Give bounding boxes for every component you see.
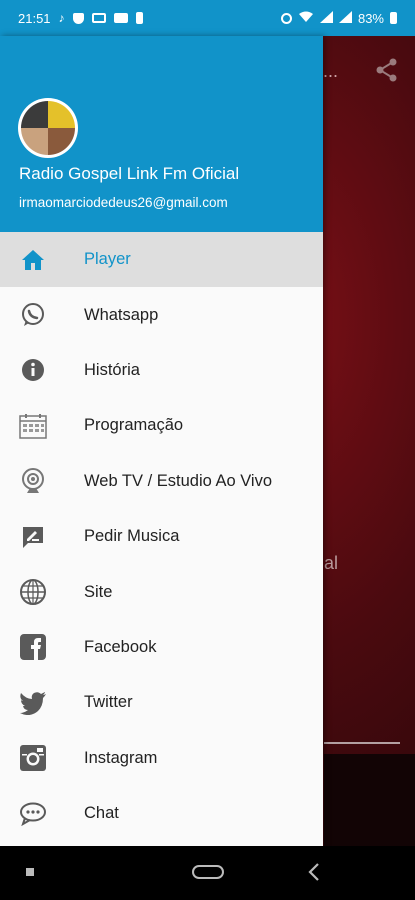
- menu-item-web-tv[interactable]: Web TV / Estudio Ao Vivo: [0, 454, 323, 509]
- menu-item-historia[interactable]: História: [0, 343, 323, 398]
- menu-item-whatsapp[interactable]: Whatsapp: [0, 287, 323, 342]
- menu-item-pedir-musica[interactable]: Pedir Musica: [0, 509, 323, 564]
- battery-icon: [390, 12, 397, 24]
- whatsapp-icon: [19, 301, 47, 329]
- facebook-icon: [19, 633, 47, 661]
- menu-label: Whatsapp: [84, 305, 159, 324]
- menu-item-programacao[interactable]: Programação: [0, 398, 323, 453]
- shield-icon: [72, 12, 84, 24]
- menu-label: Pedir Musica: [84, 527, 180, 546]
- request-icon: [19, 523, 47, 551]
- seek-bar[interactable]: [324, 742, 400, 744]
- home-icon: [19, 246, 47, 274]
- battery-text: 83%: [357, 10, 384, 26]
- info-icon: [19, 356, 47, 384]
- avatar[interactable]: [18, 98, 78, 158]
- menu-item-facebook[interactable]: Facebook: [0, 620, 323, 675]
- menu-label: Site: [84, 582, 113, 601]
- alarm-icon: [280, 12, 292, 24]
- menu-item-player[interactable]: Player: [0, 232, 323, 288]
- avatar-image: [21, 101, 75, 155]
- menu-label: História: [84, 360, 140, 379]
- system-nav-bar: [0, 846, 415, 900]
- station-name: Radio Gospel Link Fm Oficial: [19, 164, 240, 183]
- instagram-icon: [19, 744, 47, 772]
- menu-label: Facebook: [84, 637, 157, 656]
- player-controls-area: [324, 754, 415, 846]
- menu-label: Twitter: [84, 693, 133, 712]
- menu-label: Instagram: [84, 748, 158, 767]
- drawer-header: Radio Gospel Link Fm Oficial irmaomarcio…: [0, 36, 323, 232]
- home-button[interactable]: [192, 865, 224, 879]
- signal-icon: [338, 10, 352, 26]
- signal-icon: [319, 10, 333, 26]
- station-email: irmaomarciodedeus26@gmail.com: [19, 195, 228, 210]
- status-bar: 21:51 ♪ 83%: [0, 0, 415, 36]
- menu-item-chat[interactable]: Chat: [0, 786, 323, 841]
- recents-button[interactable]: [26, 868, 34, 876]
- menu-item-twitter[interactable]: Twitter: [0, 675, 323, 730]
- webcam-icon: [19, 467, 47, 495]
- station-name-fragment: al: [324, 553, 339, 573]
- status-time: 21:51: [18, 10, 51, 26]
- youtube-icon: [113, 13, 128, 23]
- back-button[interactable]: [308, 863, 320, 886]
- wifi-icon: [298, 11, 314, 26]
- menu-label: Web TV / Estudio Ao Vivo: [84, 471, 273, 490]
- menu-label: Chat: [84, 804, 119, 823]
- twitter-icon: [19, 689, 47, 717]
- chat-icon: [19, 800, 47, 828]
- share-icon[interactable]: [376, 58, 398, 87]
- navigation-drawer: Radio Gospel Link Fm Oficial irmaomarcio…: [0, 36, 323, 846]
- drawer-menu: Player Whatsapp História Programação Web…: [0, 232, 323, 841]
- globe-icon: [19, 578, 47, 606]
- music-note-icon: ♪: [58, 11, 65, 25]
- calendar-icon: [19, 412, 47, 440]
- monitor-icon: [91, 13, 106, 23]
- menu-label: Programação: [84, 416, 184, 435]
- menu-label: Player: [84, 250, 131, 269]
- battery-saver-icon: [135, 12, 143, 24]
- menu-item-site[interactable]: Site: [0, 564, 323, 619]
- menu-item-instagram[interactable]: Instagram: [0, 731, 323, 786]
